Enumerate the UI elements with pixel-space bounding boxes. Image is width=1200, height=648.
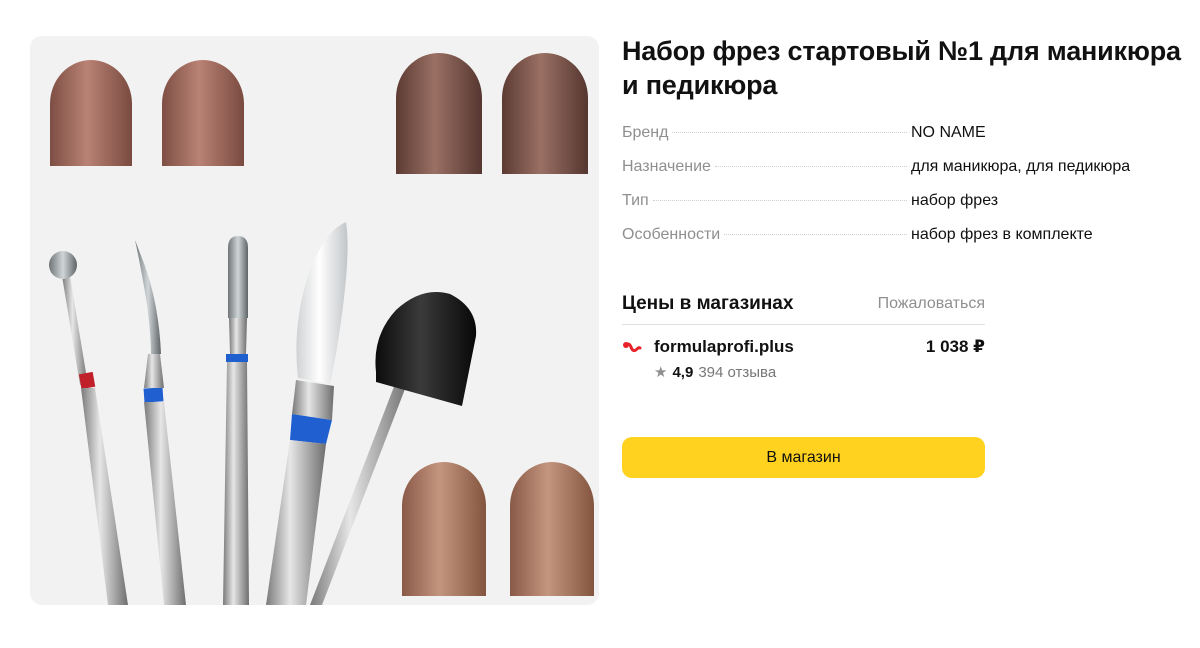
offer-price: 1 038 ₽ [925, 337, 985, 356]
dotted-leader [672, 132, 907, 133]
ball-bur [49, 251, 128, 605]
complain-link[interactable]: Пожаловаться [878, 295, 985, 313]
shop-name-link[interactable]: formulaprofi.plus [654, 337, 794, 357]
specs-list: Бренд NO NAME Назначение для маникюра, д… [622, 124, 1182, 260]
prices-title: Цены в магазинах [622, 293, 794, 314]
spec-label: Назначение [622, 158, 711, 175]
shop-offer[interactable]: formulaprofi.plus 1 038 ₽ ★ 4,9 394 отзы… [622, 325, 985, 399]
spec-value: для маникюра, для педикюра [911, 158, 1131, 175]
to-shop-button[interactable]: В магазин [622, 437, 985, 478]
spec-row-type: Тип набор фрез [622, 192, 1182, 226]
spec-row-purpose: Назначение для маникюра, для педикюра [622, 158, 1182, 192]
prices-section: Цены в магазинах Пожаловаться formulapro… [622, 284, 985, 478]
dotted-leader [714, 166, 907, 167]
shop-rating: ★ 4,9 394 отзыва [654, 363, 776, 382]
star-icon: ★ [654, 364, 668, 381]
prices-header: Цены в магазинах Пожаловаться [622, 284, 985, 325]
formulaprofi-logo-icon [622, 341, 642, 360]
spec-value: набор фрез [911, 192, 999, 209]
product-info: Набор фрез стартовый №1 для маникюра и п… [622, 34, 1182, 478]
flame-bur [135, 240, 186, 605]
sanding-cap-4 [502, 53, 588, 174]
spec-label: Бренд [622, 124, 669, 141]
spec-label: Особенности [622, 226, 721, 243]
dotted-leader [652, 200, 907, 201]
product-photo[interactable] [30, 36, 599, 605]
spec-row-features: Особенности набор фрез в комплекте [622, 226, 1182, 260]
spec-value: набор фрез в комплекте [911, 226, 1093, 243]
sanding-cap-1 [50, 60, 132, 166]
dotted-leader [724, 234, 907, 235]
product-title: Набор фрез стартовый №1 для маникюра и п… [622, 36, 1181, 100]
sanding-cap-6 [510, 462, 594, 596]
spec-label: Тип [622, 192, 649, 209]
sanding-cap-3 [396, 53, 482, 174]
rating-value: 4,9 [672, 363, 694, 381]
sanding-cap-5 [402, 462, 486, 596]
cylinder-bur [223, 236, 249, 605]
reviews-link[interactable]: 394 отзыва [698, 364, 776, 381]
spec-row-brand: Бренд NO NAME [622, 124, 1182, 158]
sanding-cap-2 [162, 60, 244, 166]
spec-value: NO NAME [911, 124, 986, 141]
